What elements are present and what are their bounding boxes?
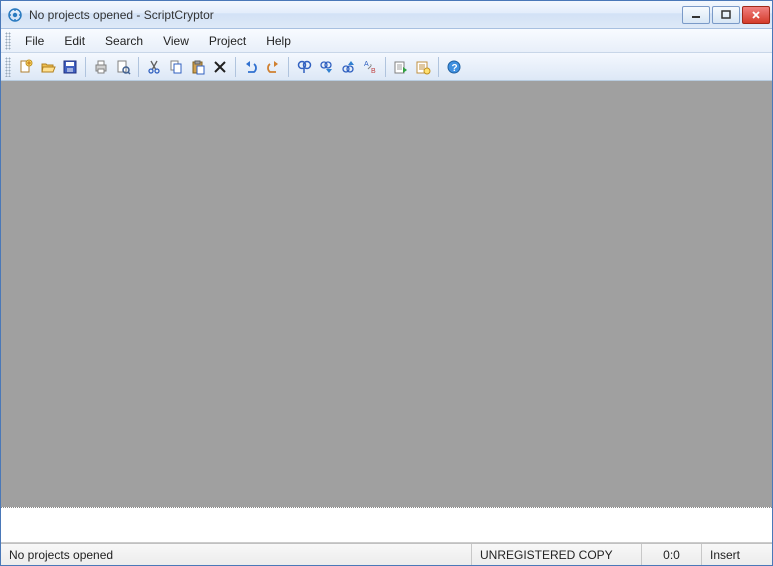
svg-text:B: B (371, 68, 376, 75)
menu-view[interactable]: View (153, 31, 199, 51)
menu-file[interactable]: File (15, 31, 54, 51)
find-prev-button[interactable] (337, 56, 359, 78)
replace-button[interactable]: AB (359, 56, 381, 78)
find-button[interactable] (293, 56, 315, 78)
toolbar-separator (138, 57, 139, 77)
menu-edit[interactable]: Edit (54, 31, 95, 51)
bookmark-icon: AB (362, 59, 378, 75)
open-folder-icon (40, 59, 56, 75)
print-icon (93, 59, 109, 75)
toolbar-separator (288, 57, 289, 77)
menubar: File Edit Search View Project Help (1, 29, 772, 53)
output-panel (1, 507, 772, 543)
undo-button[interactable] (240, 56, 262, 78)
toolbar-grip (5, 57, 11, 77)
app-icon (7, 7, 23, 23)
close-button[interactable] (742, 6, 770, 24)
settings-button[interactable] (412, 56, 434, 78)
window-controls (682, 6, 770, 24)
minimize-button[interactable] (682, 6, 710, 24)
delete-icon (212, 59, 228, 75)
status-registration: UNREGISTERED COPY (472, 544, 642, 565)
delete-button[interactable] (209, 56, 231, 78)
open-button[interactable] (37, 56, 59, 78)
redo-button[interactable] (262, 56, 284, 78)
find-icon (296, 59, 312, 75)
copy-icon (168, 59, 184, 75)
toolbar-separator (385, 57, 386, 77)
compile-button[interactable] (390, 56, 412, 78)
menu-search[interactable]: Search (95, 31, 153, 51)
find-prev-icon (340, 59, 356, 75)
print-preview-button[interactable] (112, 56, 134, 78)
menubar-grip (5, 32, 11, 50)
menu-project[interactable]: Project (199, 31, 256, 51)
help-icon: ? (446, 59, 462, 75)
save-button[interactable] (59, 56, 81, 78)
help-button[interactable]: ? (443, 56, 465, 78)
paste-icon (190, 59, 206, 75)
window: No projects opened - ScriptCryptor File … (0, 0, 773, 566)
paste-button[interactable] (187, 56, 209, 78)
titlebar: No projects opened - ScriptCryptor (1, 1, 772, 29)
new-file-icon (18, 59, 34, 75)
undo-icon (243, 59, 259, 75)
maximize-button[interactable] (712, 6, 740, 24)
statusbar: No projects opened UNREGISTERED COPY 0:0… (1, 543, 772, 565)
toolbar-separator (235, 57, 236, 77)
cut-button[interactable] (143, 56, 165, 78)
cut-icon (146, 59, 162, 75)
svg-text:?: ? (452, 63, 458, 74)
print-button[interactable] (90, 56, 112, 78)
svg-text:A: A (364, 61, 369, 68)
menu-help[interactable]: Help (256, 31, 301, 51)
new-file-button[interactable] (15, 56, 37, 78)
toolbar-separator (438, 57, 439, 77)
print-preview-icon (115, 59, 131, 75)
window-title: No projects opened - ScriptCryptor (29, 8, 682, 22)
status-insert-mode: Insert (702, 544, 772, 565)
find-next-icon (318, 59, 334, 75)
settings-icon (415, 59, 431, 75)
toolbar: AB ? (1, 53, 772, 81)
toolbar-separator (85, 57, 86, 77)
copy-button[interactable] (165, 56, 187, 78)
status-cursor-position: 0:0 (642, 544, 702, 565)
workspace (1, 81, 772, 507)
redo-icon (265, 59, 281, 75)
save-icon (62, 59, 78, 75)
find-next-button[interactable] (315, 56, 337, 78)
compile-icon (393, 59, 409, 75)
status-message: No projects opened (1, 544, 472, 565)
